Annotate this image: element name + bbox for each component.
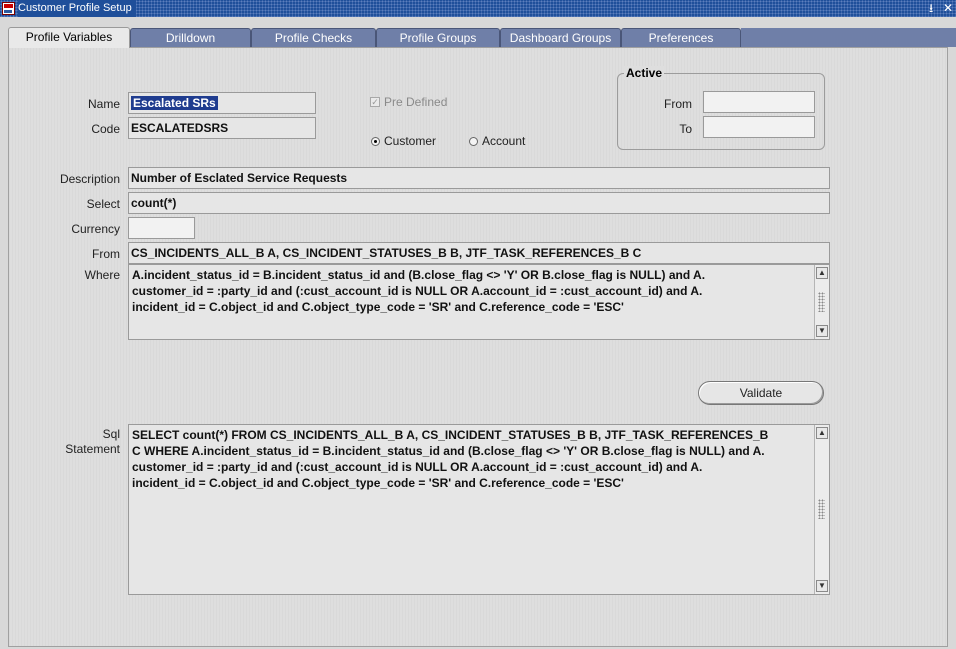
- active-from-field[interactable]: [703, 91, 815, 113]
- minimize-icon[interactable]: ⭳: [929, 0, 933, 17]
- name-label: Name: [87, 97, 120, 111]
- where-textarea[interactable]: A.incident_status_id = B.incident_status…: [128, 264, 830, 340]
- select-label: Select: [86, 197, 120, 211]
- sql-line: customer_id = :party_id and (:cust_accou…: [132, 460, 703, 474]
- scroll-up-icon[interactable]: ▲: [816, 427, 828, 439]
- window-title: Customer Profile Setup: [18, 0, 136, 17]
- from-clause-label: From: [92, 247, 120, 261]
- where-line: A.incident_status_id = B.incident_status…: [132, 268, 706, 282]
- customer-radio-label: Customer: [384, 134, 437, 148]
- sql-label-line-1: Sql: [102, 427, 120, 441]
- currency-field[interactable]: [128, 217, 195, 239]
- scroll-grip-icon: [818, 292, 825, 312]
- where-label: Where: [84, 268, 120, 282]
- name-field[interactable]: Escalated SRs: [128, 92, 316, 114]
- active-from-label: From: [664, 97, 692, 111]
- code-field[interactable]: ESCALATEDSRS: [128, 117, 316, 139]
- sql-line: incident_id = C.object_id and C.object_t…: [132, 476, 624, 490]
- sql-statement-textarea[interactable]: SELECT count(*) FROM CS_INCIDENTS_ALL_B …: [128, 424, 830, 595]
- active-to-label: To: [679, 122, 692, 136]
- active-to-field[interactable]: [703, 116, 815, 138]
- predefined-label: Pre Defined: [384, 95, 448, 109]
- where-scrollbar[interactable]: ▲ ▼: [814, 265, 829, 339]
- customer-radio[interactable]: [371, 137, 380, 146]
- tab-dashboard-groups[interactable]: Dashboard Groups: [500, 28, 621, 47]
- predefined-checkbox[interactable]: ✓: [370, 97, 380, 107]
- scroll-down-icon[interactable]: ▼: [816, 580, 828, 592]
- scroll-down-icon[interactable]: ▼: [816, 325, 828, 337]
- scroll-grip-icon: [818, 499, 825, 519]
- currency-label: Currency: [71, 222, 120, 236]
- sql-label-line-2: Statement: [65, 442, 120, 456]
- from-clause-field[interactable]: CS_INCIDENTS_ALL_B A, CS_INCIDENT_STATUS…: [128, 242, 830, 264]
- account-radio-label: Account: [482, 134, 526, 148]
- sql-line: C WHERE A.incident_status_id = B.inciden…: [132, 444, 765, 458]
- scroll-up-icon[interactable]: ▲: [816, 267, 828, 279]
- validate-button[interactable]: Validate: [698, 381, 824, 405]
- tab-profile-variables[interactable]: Profile Variables: [8, 27, 130, 48]
- tab-strip-filler: [741, 28, 956, 47]
- where-line: incident_id = C.object_id and C.object_t…: [132, 300, 624, 314]
- title-bar: Customer Profile Setup ⭳ ✕: [0, 0, 956, 17]
- oracle-app-icon: [2, 2, 15, 15]
- close-icon[interactable]: ✕: [943, 0, 953, 17]
- customer-profile-setup-window: Customer Profile Setup ⭳ ✕ Profile Varia…: [0, 0, 956, 649]
- description-field[interactable]: Number of Esclated Service Requests: [128, 167, 830, 189]
- sql-line: SELECT count(*) FROM CS_INCIDENTS_ALL_B …: [132, 428, 769, 442]
- tab-profile-checks[interactable]: Profile Checks: [251, 28, 376, 47]
- tab-preferences[interactable]: Preferences: [621, 28, 741, 47]
- description-label: Description: [59, 172, 120, 186]
- account-radio[interactable]: [469, 137, 478, 146]
- sql-scrollbar[interactable]: ▲ ▼: [814, 425, 829, 594]
- tab-profile-groups[interactable]: Profile Groups: [376, 28, 500, 47]
- where-line: customer_id = :party_id and (:cust_accou…: [132, 284, 703, 298]
- code-label: Code: [91, 122, 120, 136]
- name-value: Escalated SRs: [131, 96, 218, 110]
- active-group-title: Active: [624, 66, 665, 80]
- select-field[interactable]: count(*): [128, 192, 830, 214]
- tab-drilldown[interactable]: Drilldown: [130, 28, 251, 47]
